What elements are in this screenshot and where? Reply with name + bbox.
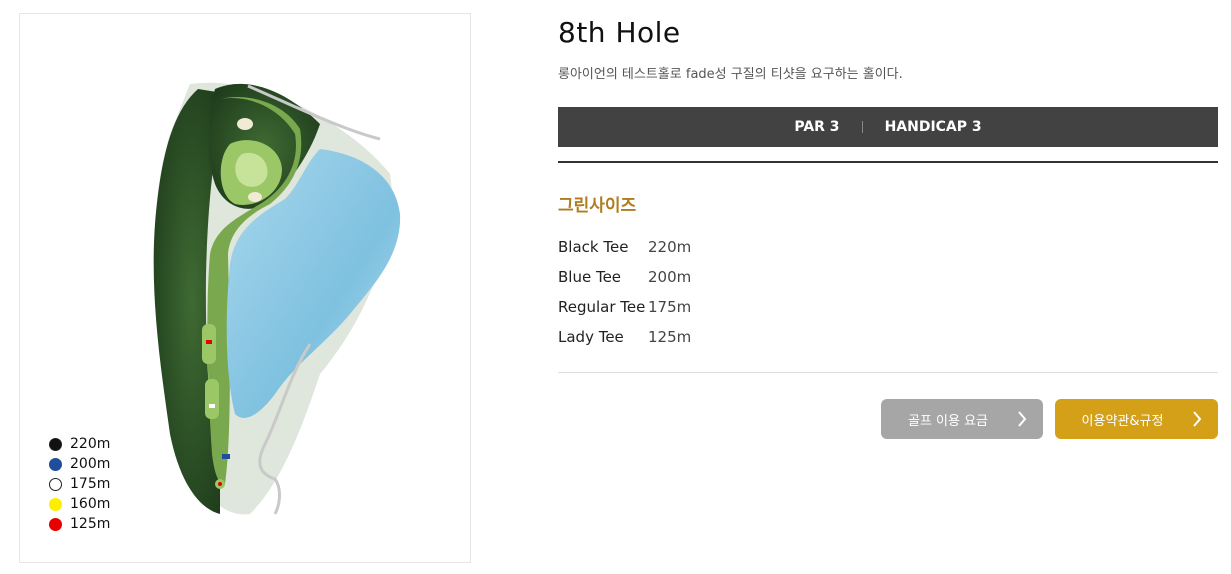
legend-label: 200m: [70, 456, 111, 472]
legend-label: 175m: [70, 476, 111, 492]
tee-distance: 175m: [648, 298, 692, 316]
tee-row: Blue Tee 200m: [558, 262, 691, 292]
terms-rules-button-label: 이용약관&규정: [1081, 413, 1164, 429]
white-tee-dot-icon: [49, 477, 62, 491]
legend-label: 160m: [70, 496, 111, 512]
divider: [558, 161, 1218, 163]
tee-name: Regular Tee: [558, 298, 646, 316]
bunker: [237, 118, 253, 130]
tee-name: Black Tee: [558, 238, 629, 256]
legend-item: 220m: [49, 434, 110, 454]
tee-distance: 220m: [648, 238, 692, 256]
handicap-label: HANDICAP 3: [884, 119, 982, 135]
legend-label: 125m: [70, 516, 111, 532]
hole-description: 롱아이언의 테스트홀로 fade성 구질의 티샷을 요구하는 홀이다.: [558, 67, 903, 82]
red-tee-dot-icon: [49, 517, 62, 531]
tee-name: Lady Tee: [558, 328, 624, 346]
tee-distance: 200m: [648, 268, 692, 286]
hole-title: 8th Hole: [558, 16, 681, 49]
green-size-title: 그린사이즈: [558, 196, 637, 216]
legend-item: 125m: [49, 514, 110, 534]
tee-name: Blue Tee: [558, 268, 622, 286]
course-map-panel: 220m 200m 175m 160m 125m: [19, 13, 471, 563]
par-label: PAR 3: [794, 119, 840, 135]
tee-row: Regular Tee 175m: [558, 292, 691, 322]
tee-row: Lady Tee 125m: [558, 322, 691, 352]
golf-fee-button[interactable]: 골프 이용 요금: [881, 399, 1043, 439]
chevron-right-icon: [1193, 411, 1202, 427]
bunker: [248, 192, 262, 202]
blue-tee-dot-icon: [49, 457, 62, 471]
tee-row: Black Tee 220m: [558, 232, 691, 262]
legend-item: 175m: [49, 474, 110, 494]
par-separator: [861, 121, 863, 133]
tee-box: [205, 379, 219, 419]
terms-rules-button[interactable]: 이용약관&규정: [1055, 399, 1218, 439]
legend-item: 160m: [49, 494, 110, 514]
yellow-tee-dot-icon: [49, 497, 62, 511]
legend-label: 220m: [70, 436, 111, 452]
tee-legend: 220m 200m 175m 160m 125m: [49, 434, 110, 534]
golf-fee-button-label: 골프 이용 요금: [907, 413, 989, 429]
par-bar: PAR 3 HANDICAP 3: [558, 107, 1218, 147]
chevron-right-icon: [1018, 411, 1027, 427]
tee-distance-list: Black Tee 220m Blue Tee 200m Regular Tee…: [558, 232, 691, 352]
divider: [558, 372, 1218, 373]
black-tee-dot-icon: [49, 437, 62, 451]
legend-item: 200m: [49, 454, 110, 474]
tee-distance: 125m: [648, 328, 692, 346]
